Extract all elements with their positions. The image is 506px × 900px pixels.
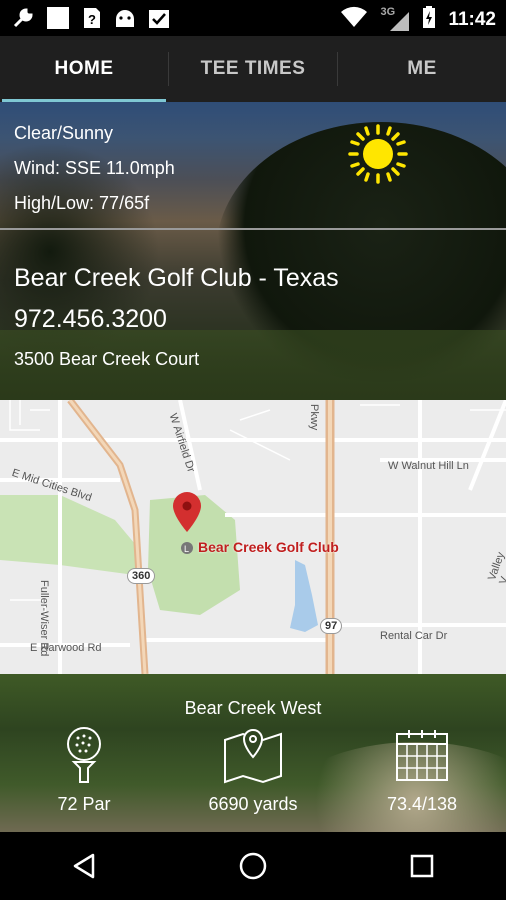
hero-divider	[0, 228, 506, 230]
course-yardage: 6690 yards	[169, 726, 337, 815]
club-hero: Clear/Sunny Wind: SSE 11.0mph High/Low: …	[0, 102, 506, 400]
map-marker-icon	[169, 726, 337, 784]
course-par-value: 72 Par	[57, 794, 111, 814]
signal-icon: 3G	[380, 6, 410, 32]
wifi-icon	[340, 6, 368, 33]
home-button[interactable]	[223, 841, 283, 891]
back-icon	[74, 853, 95, 879]
battery-charging-icon	[422, 5, 436, 34]
course-panel: Bear Creek West 72 Par 6690 yards 73.4/1…	[0, 674, 506, 832]
club-map[interactable]: L E Mid Cities Blvd Fuller-Wiser Rd E Ha…	[0, 400, 506, 674]
course-rating-value: 73.4/138	[386, 794, 458, 814]
tab-me[interactable]: ME	[338, 36, 506, 102]
club-phone[interactable]: 972.456.3200	[14, 296, 339, 342]
android-icon	[114, 7, 136, 34]
street-label: E Harwood Rd	[30, 642, 102, 654]
back-button[interactable]	[54, 841, 114, 891]
recents-icon	[410, 854, 433, 878]
club-name: Bear Creek Golf Club - Texas	[14, 264, 339, 292]
street-label: Rental Car Dr	[380, 630, 448, 642]
course-rating: 73.4/138	[338, 726, 506, 815]
course-par: 72 Par	[0, 726, 168, 815]
svg-text:L: L	[184, 544, 189, 554]
tab-home[interactable]: HOME	[0, 36, 168, 102]
course-name: Bear Creek West	[184, 698, 322, 718]
wrench-icon	[12, 7, 34, 34]
system-nav-bar	[0, 832, 506, 900]
clock: 11:42	[448, 8, 496, 30]
sun-icon	[346, 122, 410, 191]
square-icon	[46, 6, 70, 35]
highway-shield-97: 97	[320, 618, 343, 634]
weather-condition: Clear/Sunny	[14, 123, 114, 143]
recents-button[interactable]	[392, 841, 452, 891]
golf-ball-tee-icon	[0, 726, 168, 784]
weather-high-low: High/Low: 77/65f	[14, 193, 150, 213]
street-label: W Walnut Hill Ln	[388, 460, 469, 472]
street-label: Pkwy	[308, 404, 320, 431]
club-address[interactable]: 3500 Bear Creek Court	[14, 342, 339, 376]
highway-shield-360: 360	[127, 568, 156, 584]
course-yardage-value: 6690 yards	[208, 794, 298, 814]
tab-bar: HOME TEE TIMES ME	[0, 36, 506, 102]
map-pin-label: Bear Creek Golf Club	[198, 539, 339, 555]
sim-unknown-icon: ?	[82, 6, 102, 35]
home-icon	[239, 852, 267, 880]
status-bar: ? 3G 11:42	[0, 0, 506, 36]
weather-wind: Wind: SSE 11.0mph	[14, 158, 175, 178]
checklist-icon	[148, 7, 170, 34]
club-info: Bear Creek Golf Club - Texas 972.456.320…	[14, 260, 339, 376]
tab-tee-times[interactable]: TEE TIMES	[169, 36, 337, 102]
svg-text:?: ?	[88, 12, 96, 27]
calendar-icon	[338, 726, 506, 784]
weather-panel: Clear/Sunny Wind: SSE 11.0mph High/Low: …	[14, 116, 175, 221]
